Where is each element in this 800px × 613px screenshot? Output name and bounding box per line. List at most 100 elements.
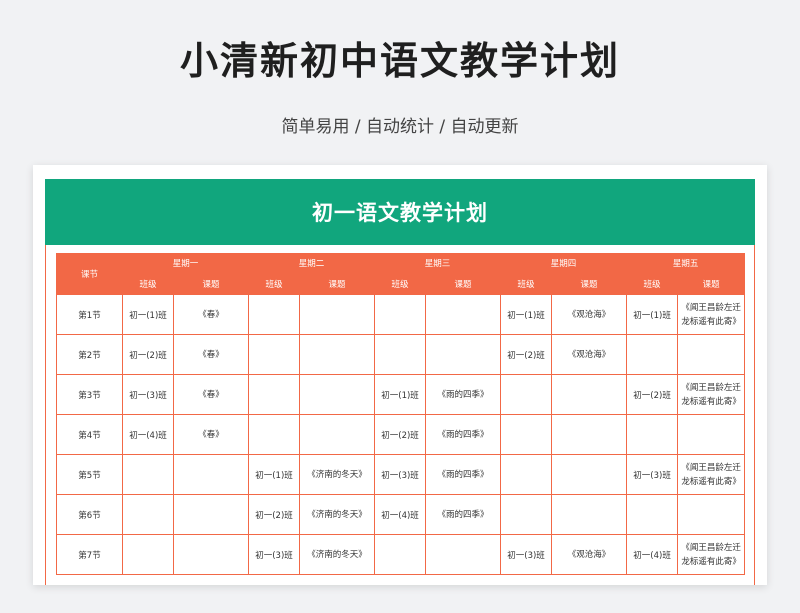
class-cell: 初一(2)班 [374,414,427,455]
class-cell: 初一(2)班 [122,334,174,375]
page-title: 小清新初中语文教学计划 [179,39,620,83]
topic-cell: 《雨的四季》 [425,454,502,495]
sheet-title-banner: 初一语文教学计划 [45,179,755,245]
class-column-header: 班级 [374,272,427,295]
class-cell: 初一(3)班 [626,454,679,495]
table-row: 第2节 初一(2)班 《春》 初一(2)班 《观沧海》 [56,334,746,375]
topic-cell: 《雨的四季》 [425,414,502,455]
topic-cell: 《观沧海》 [551,294,628,335]
period-cell: 第7节 [56,534,123,575]
topic-cell: 《春》 [172,294,250,335]
topic-cell: 《春》 [172,414,250,455]
topic-column-header: 课题 [172,272,250,295]
topic-cell: 《闻王昌龄左迁龙标遥有此寄》 [677,374,746,415]
class-cell: 初一(3)班 [374,454,427,495]
class-cell: 初一(1)班 [374,374,427,415]
topic-cell [551,494,628,535]
topic-cell [172,454,250,495]
topic-cell: 《观沧海》 [551,334,628,375]
topic-cell [677,414,746,455]
class-cell [122,534,174,575]
class-cell [500,414,553,455]
topic-cell: 《闻王昌龄左迁龙标遥有此寄》 [677,454,746,495]
schedule-table-frame: 课节 星期一 星期二 星期三 星期四 星期五 班级 课题 班级 课题 班级 课题… [45,245,755,585]
topic-cell: 《春》 [172,334,250,375]
table-row: 第7节 初一(3)班 《济南的冬天》 初一(3)班 《观沧海》 初一(4)班 《闻王昌龄左迁… [56,534,746,575]
topic-cell [172,534,250,575]
topic-cell: 《济南的冬天》 [299,454,376,495]
day-header: 星期四 [500,253,628,273]
table-row: 第3节 初一(3)班 《春》 初一(1)班 《雨的四季》 初一(2)班 《闻王昌龄左迁龙标遥… [56,374,746,415]
class-column-header: 班级 [248,272,301,295]
class-cell: 初一(4)班 [122,414,174,455]
page-subtitle: 简单易用 / 自动统计 / 自动更新 [281,117,519,137]
class-cell: 初一(2)班 [248,494,301,535]
topic-column-header: 课题 [425,272,502,295]
class-cell: 初一(3)班 [500,534,553,575]
topic-cell: 《济南的冬天》 [299,534,376,575]
class-column-header: 班级 [500,272,553,295]
topic-cell [172,494,250,535]
period-cell: 第5节 [56,454,123,495]
topic-cell: 《观沧海》 [551,534,628,575]
class-cell: 初一(4)班 [626,534,679,575]
topic-cell: 《春》 [172,374,250,415]
class-cell [248,294,301,335]
class-cell: 初一(1)班 [500,294,553,335]
topic-cell [299,294,376,335]
day-header: 星期五 [626,253,746,273]
class-cell: 初一(2)班 [500,334,553,375]
period-column-header: 课节 [56,253,123,295]
class-column-header: 班级 [122,272,174,295]
schedule-body: 第1节 初一(1)班 《春》 初一(1)班 《观沧海》 初一(1)班 《闻王昌龄左迁龙标遥有… [56,294,746,575]
topic-cell [425,334,502,375]
class-cell: 初一(1)班 [248,454,301,495]
table-row: 第6节 初一(2)班 《济南的冬天》 初一(4)班 《雨的四季》 [56,494,746,535]
topic-column-header: 课题 [677,272,746,295]
topic-cell [299,334,376,375]
topic-cell: 《闻王昌龄左迁龙标遥有此寄》 [677,534,746,575]
class-cell [626,334,679,375]
table-row: 第1节 初一(1)班 《春》 初一(1)班 《观沧海》 初一(1)班 《闻王昌龄左迁龙标遥有… [56,294,746,335]
class-cell: 初一(2)班 [626,374,679,415]
class-cell: 初一(3)班 [122,374,174,415]
table-row: 第5节 初一(1)班 《济南的冬天》 初一(3)班 《雨的四季》 初一(3)班 《闻王昌龄左… [56,454,746,495]
class-cell [500,374,553,415]
period-cell: 第2节 [56,334,123,375]
schedule-table: 课节 星期一 星期二 星期三 星期四 星期五 班级 课题 班级 课题 班级 课题… [56,253,746,575]
class-cell [374,534,427,575]
day-header: 星期一 [121,253,250,273]
topic-cell [677,494,746,535]
class-cell [626,494,679,535]
period-cell: 第1节 [56,294,123,335]
day-header: 星期二 [248,253,376,273]
spreadsheet-preview: 初一语文教学计划 课节 星期一 星期二 星期三 星期四 星期五 班级 课题 班级… [33,165,767,585]
topic-cell: 《济南的冬天》 [299,494,376,535]
class-cell: 初一(1)班 [626,294,679,335]
topic-cell: 《雨的四季》 [425,374,502,415]
topic-column-header: 课题 [551,272,628,295]
topic-cell [299,374,376,415]
day-header: 星期三 [374,253,502,273]
period-cell: 第3节 [56,374,123,415]
table-row: 第4节 初一(4)班 《春》 初一(2)班 《雨的四季》 [56,414,746,455]
class-cell [248,414,301,455]
period-cell: 第6节 [56,494,123,535]
topic-cell [551,414,628,455]
class-cell [248,334,301,375]
class-cell [626,414,679,455]
topic-cell: 《闻王昌龄左迁龙标遥有此寄》 [677,294,746,335]
class-cell [500,454,553,495]
class-cell [500,494,553,535]
class-cell [122,494,174,535]
topic-cell [551,374,628,415]
class-cell: 初一(3)班 [248,534,301,575]
class-cell [374,294,427,335]
topic-cell: 《雨的四季》 [425,494,502,535]
class-cell [122,454,174,495]
class-cell [248,374,301,415]
class-cell: 初一(1)班 [122,294,174,335]
topic-cell [677,334,746,375]
class-cell: 初一(4)班 [374,494,427,535]
period-cell: 第4节 [56,414,123,455]
